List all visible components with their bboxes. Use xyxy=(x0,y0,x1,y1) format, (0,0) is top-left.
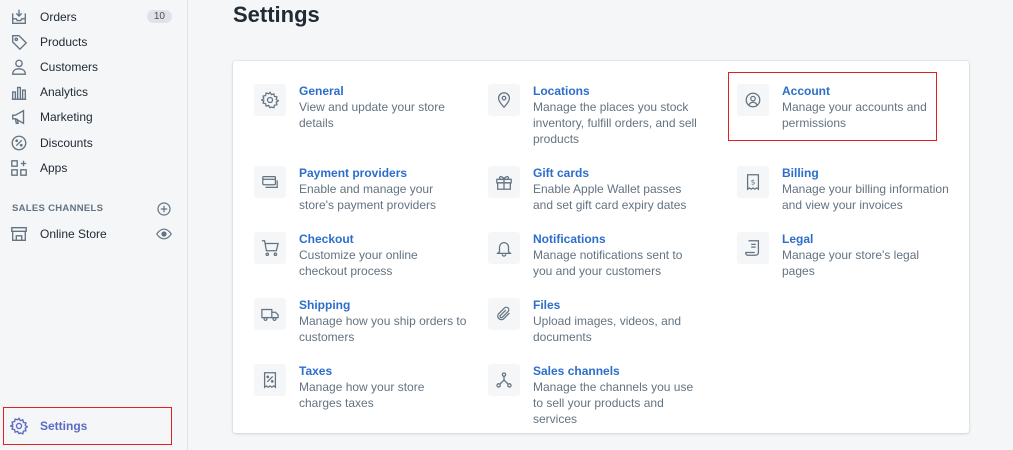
megaphone-icon xyxy=(10,108,28,126)
settings-tile-sales-channels[interactable]: Sales channels Manage the channels you u… xyxy=(488,364,703,427)
tile-description: Manage how your store charges taxes xyxy=(299,380,425,410)
paperclip-icon xyxy=(488,298,520,330)
tile-description: Upload images, videos, and documents xyxy=(533,314,682,344)
account-highlight-box xyxy=(728,72,937,141)
sidebar-item-label: Apps xyxy=(40,160,68,175)
tile-title: Legal xyxy=(782,232,814,246)
tile-description: Manage the places you stock inventory, f… xyxy=(533,100,697,146)
person-icon xyxy=(10,58,28,76)
settings-tile-taxes[interactable]: Taxes Manage how your store charges taxe… xyxy=(254,364,469,411)
sidebar: Orders 10 Products Customers Analytics M… xyxy=(0,0,188,450)
tile-description: Enable Apple Wallet passes and set gift … xyxy=(533,182,687,212)
svg-text:$: $ xyxy=(751,177,756,186)
tile-description: Customize your online checkout process xyxy=(299,248,418,278)
sidebar-item-apps[interactable]: Apps xyxy=(0,155,188,180)
truck-icon xyxy=(254,298,286,330)
tile-description: Manage the channels you use to sell your… xyxy=(533,380,694,426)
tile-description: Manage your store's legal pages xyxy=(782,248,920,278)
tag-icon xyxy=(10,33,28,51)
settings-tile-gift-cards[interactable]: Gift cards Enable Apple Wallet passes an… xyxy=(488,166,703,213)
sidebar-item-orders[interactable]: Orders 10 xyxy=(0,4,188,29)
settings-tile-legal[interactable]: Legal Manage your store's legal pages xyxy=(737,232,952,279)
page-title: Settings xyxy=(233,2,320,27)
settings-highlight-box xyxy=(3,407,172,445)
settings-tile-shipping[interactable]: Shipping Manage how you ship orders to c… xyxy=(254,298,469,345)
settings-tile-general[interactable]: General View and update your store detai… xyxy=(254,84,469,131)
tile-description: Manage notifications sent to you and you… xyxy=(533,248,683,278)
settings-tile-checkout[interactable]: Checkout Customize your online checkout … xyxy=(254,232,469,279)
sidebar-item-discounts[interactable]: Discounts xyxy=(0,130,188,155)
sidebar-item-online-store[interactable]: Online Store xyxy=(0,221,188,246)
gift-icon xyxy=(488,166,520,198)
tile-description: Enable and manage your store's payment p… xyxy=(299,182,437,212)
sidebar-item-products[interactable]: Products xyxy=(0,29,188,54)
discount-icon xyxy=(10,134,28,152)
tile-title: Billing xyxy=(782,166,819,180)
tile-title: Files xyxy=(533,298,561,312)
tax-icon xyxy=(254,364,286,396)
sidebar-item-label: Analytics xyxy=(40,84,89,99)
tile-description: Manage your billing information and view… xyxy=(782,182,949,212)
orders-count-badge: 10 xyxy=(146,10,172,23)
sidebar-item-label: Online Store xyxy=(40,226,107,241)
tile-title: General xyxy=(299,84,344,98)
receipt-icon: $ xyxy=(737,166,769,198)
storefront-icon xyxy=(10,225,28,243)
tile-title: Payment providers xyxy=(299,166,408,180)
tile-title: Locations xyxy=(533,84,590,98)
tile-title: Taxes xyxy=(299,364,333,378)
legal-icon xyxy=(737,232,769,264)
sidebar-item-label: Orders xyxy=(40,9,77,24)
sales-channels-heading: SALES CHANNELS xyxy=(12,203,104,214)
eye-icon[interactable] xyxy=(156,226,172,242)
tile-title: Gift cards xyxy=(533,166,590,180)
tile-description: View and update your store details xyxy=(299,100,445,130)
gear-icon xyxy=(254,84,286,116)
settings-tile-files[interactable]: Files Upload images, videos, and documen… xyxy=(488,298,703,345)
tile-title: Sales channels xyxy=(533,364,620,378)
add-sales-channel-icon[interactable] xyxy=(156,201,172,217)
sidebar-item-label: Customers xyxy=(40,59,99,74)
settings-tile-notifications[interactable]: Notifications Manage notifications sent … xyxy=(488,232,703,279)
location-pin-icon xyxy=(488,84,520,116)
sidebar-item-label: Discounts xyxy=(40,135,93,150)
sidebar-item-marketing[interactable]: Marketing xyxy=(0,104,188,129)
cart-icon xyxy=(254,232,286,264)
tile-description: Manage how you ship orders to customers xyxy=(299,314,467,344)
bar-chart-icon xyxy=(10,83,28,101)
tile-title: Checkout xyxy=(299,232,354,246)
sidebar-item-analytics[interactable]: Analytics xyxy=(0,79,188,104)
apps-icon xyxy=(10,159,28,177)
settings-tile-billing[interactable]: $ Billing Manage your billing informatio… xyxy=(737,166,952,213)
sidebar-item-label: Marketing xyxy=(40,109,93,124)
payment-icon xyxy=(254,166,286,198)
tile-title: Notifications xyxy=(533,232,606,246)
tile-title: Shipping xyxy=(299,298,351,312)
settings-tile-payment-providers[interactable]: Payment providers Enable and manage your… xyxy=(254,166,469,213)
settings-tile-locations[interactable]: Locations Manage the places you stock in… xyxy=(488,84,703,147)
orders-icon xyxy=(10,8,28,26)
channels-icon xyxy=(488,364,520,396)
sidebar-item-label: Products xyxy=(40,34,88,49)
bell-icon xyxy=(488,232,520,264)
sidebar-item-customers[interactable]: Customers xyxy=(0,54,188,79)
